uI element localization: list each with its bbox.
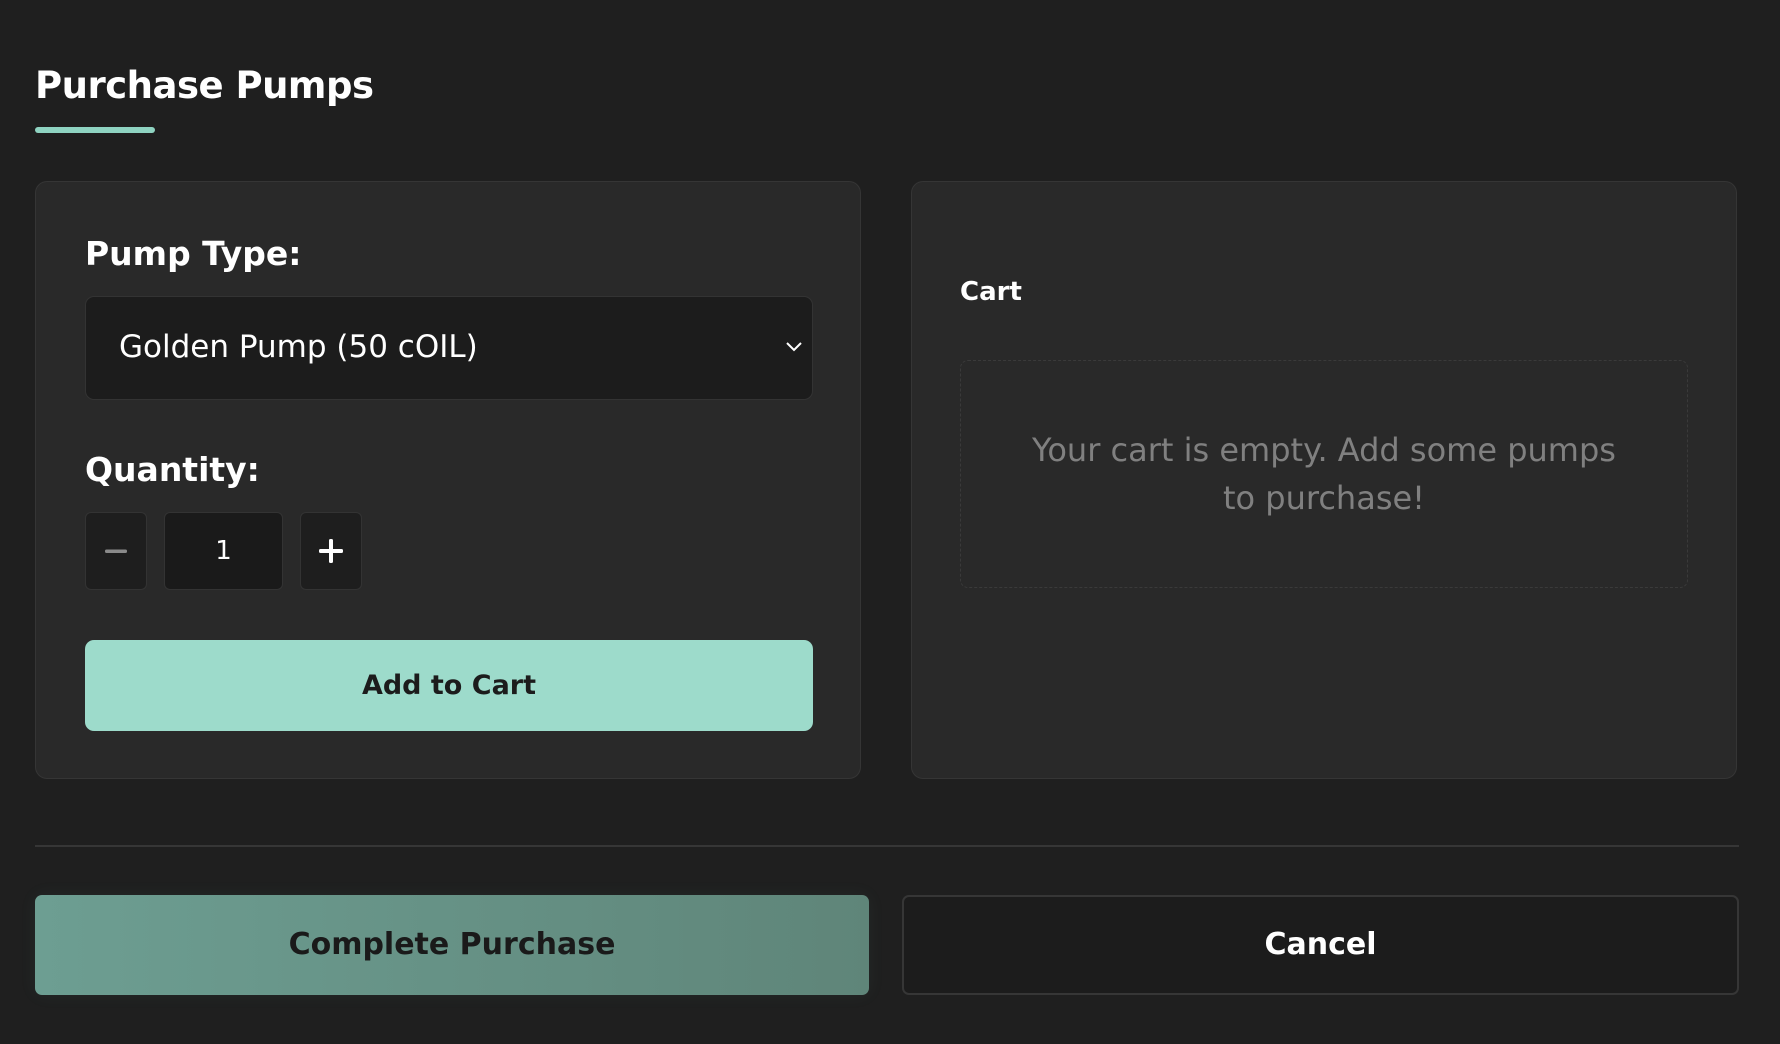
cart-title: Cart xyxy=(960,277,1022,307)
decrement-quantity-button[interactable] xyxy=(85,512,147,590)
quantity-input[interactable] xyxy=(164,512,283,590)
pump-type-label: Pump Type: xyxy=(85,234,302,273)
pump-type-select[interactable]: Golden Pump (50 cOIL) xyxy=(85,296,813,400)
minus-icon xyxy=(105,549,127,553)
pump-selection-panel: Pump Type: Golden Pump (50 cOIL) Quantit… xyxy=(35,181,861,779)
increment-quantity-button[interactable] xyxy=(300,512,362,590)
title-underline xyxy=(35,127,155,133)
footer-divider xyxy=(35,845,1739,847)
page-title: Purchase Pumps xyxy=(35,64,374,107)
plus-icon xyxy=(319,539,343,563)
cart-empty-message: Your cart is empty. Add some pumps to pu… xyxy=(1032,431,1616,517)
cart-empty-state: Your cart is empty. Add some pumps to pu… xyxy=(960,360,1688,588)
cart-panel: Cart Your cart is empty. Add some pumps … xyxy=(911,181,1737,779)
purchase-pumps-dialog: Purchase Pumps Pump Type: Golden Pump (5… xyxy=(0,0,1780,1044)
add-to-cart-button[interactable]: Add to Cart xyxy=(85,640,813,731)
quantity-label: Quantity: xyxy=(85,450,260,489)
pump-type-selected-value: Golden Pump (50 cOIL) xyxy=(119,329,478,365)
cancel-button[interactable]: Cancel xyxy=(902,895,1739,995)
chevron-down-icon xyxy=(786,342,802,352)
complete-purchase-button[interactable]: Complete Purchase xyxy=(35,895,869,995)
